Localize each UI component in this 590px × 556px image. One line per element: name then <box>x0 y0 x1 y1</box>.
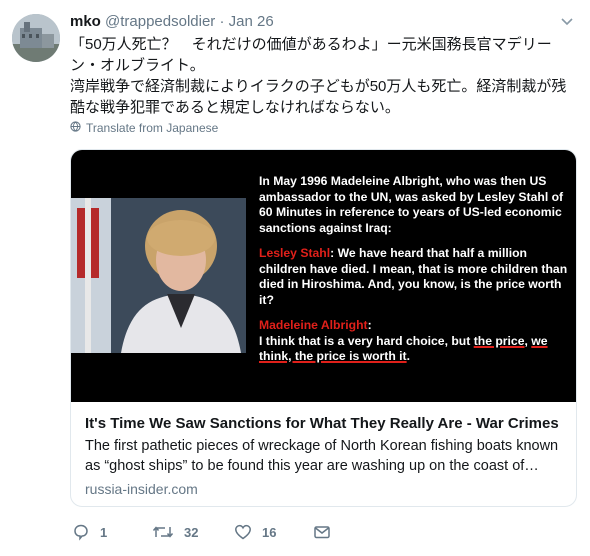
retweet-button[interactable]: 32 <box>152 523 198 541</box>
quote-speaker: Lesley Stahl <box>259 246 331 260</box>
quote-text: I think that is a very hard choice, but <box>259 333 474 348</box>
tweet-text: 「50万人死亡？ それだけの価値があるわよ」ー元米国務長官マデリーン・オルブライ… <box>70 34 575 118</box>
quote-block: Madeleine Albright: I think that is a ve… <box>259 318 571 365</box>
quote-speaker: Madeleine Albright <box>259 318 368 332</box>
image-quote: In May 1996 Madeleine Albright, who was … <box>259 174 571 375</box>
globe-icon <box>70 121 81 135</box>
quote-text: : <box>367 318 372 332</box>
translate-link[interactable]: Translate from Japanese <box>70 121 218 135</box>
tweet-text-line: 湾岸戦争で経済制裁によりイラクの子どもが50万人も死亡。経済制裁が残酷な戦争犯罪… <box>70 78 567 116</box>
tweet: mko @trappedsoldier · Jan 26 「50万人死亡？ それ… <box>0 0 590 556</box>
retweet-icon <box>152 523 174 541</box>
reply-icon <box>72 523 90 541</box>
quote-intro: In May 1996 Madeleine Albright, who was … <box>259 174 564 235</box>
card-description: The first pathetic pieces of wreckage of… <box>85 438 559 474</box>
chevron-down-icon[interactable] <box>560 14 574 28</box>
tweet-text-line: 「50万人死亡？ それだけの価値があるわよ」ー元米国務長官マデリーン・オルブライ… <box>70 36 552 74</box>
portrait-image <box>71 198 246 353</box>
reply-count: 1 <box>100 524 108 540</box>
reply-button[interactable]: 1 <box>72 523 107 541</box>
card-info: It's Time We Saw Sanctions for What They… <box>71 402 576 499</box>
quote-block: Lesley Stahl: We have heard that half a … <box>259 246 571 308</box>
tweet-header: mko @trappedsoldier · Jan 26 <box>70 12 274 32</box>
direct-message-button[interactable] <box>313 523 331 541</box>
avatar[interactable] <box>12 14 60 62</box>
heart-icon <box>234 523 252 541</box>
card-image: In May 1996 Madeleine Albright, who was … <box>71 150 576 402</box>
retweet-count: 32 <box>184 524 199 540</box>
like-button[interactable]: 16 <box>234 523 276 541</box>
tweet-date[interactable]: Jan 26 <box>229 13 274 30</box>
envelope-icon <box>313 523 331 541</box>
tweet-actions: 1 32 16 <box>70 523 575 547</box>
translate-label: Translate from Japanese <box>86 121 219 135</box>
display-name[interactable]: mko <box>70 13 101 30</box>
link-card[interactable]: In May 1996 Madeleine Albright, who was … <box>70 149 577 507</box>
card-title[interactable]: It's Time We Saw Sanctions for What They… <box>85 414 562 434</box>
card-domain: russia-insider.com <box>85 481 198 497</box>
quote-text: . <box>406 349 411 363</box>
like-count: 16 <box>262 524 277 540</box>
separator-dot: · <box>219 13 225 30</box>
user-handle[interactable]: @trappedsoldier <box>105 13 215 30</box>
quote-highlight: the price <box>473 333 525 348</box>
